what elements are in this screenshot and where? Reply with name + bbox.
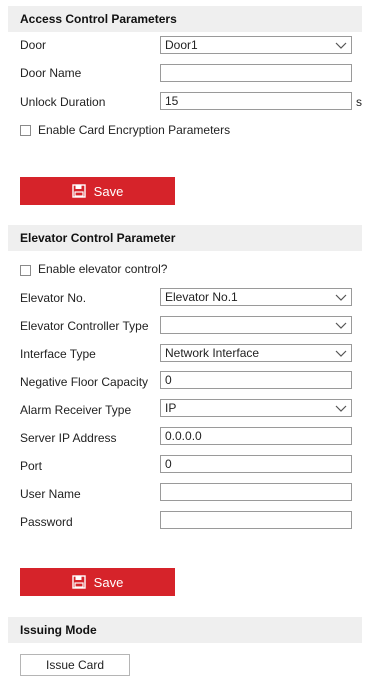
alarm-receiver-select[interactable]: IP bbox=[160, 399, 352, 417]
unlock-duration-input[interactable] bbox=[160, 92, 352, 110]
port-input[interactable] bbox=[160, 455, 352, 473]
alarm-receiver-value: IP bbox=[165, 401, 177, 415]
door-label: Door bbox=[20, 38, 47, 52]
port-label: Port bbox=[20, 459, 43, 473]
unlock-duration-unit: s bbox=[356, 95, 362, 109]
chevron-down-icon bbox=[335, 405, 347, 412]
access-save-button[interactable]: Save bbox=[20, 177, 175, 205]
server-ip-label: Server IP Address bbox=[20, 431, 117, 445]
enable-elevator-checkbox[interactable] bbox=[20, 265, 31, 276]
access-control-header: Access Control Parameters bbox=[8, 6, 362, 32]
interface-type-value: Network Interface bbox=[165, 346, 260, 360]
card-encryption-checkbox[interactable] bbox=[20, 125, 31, 136]
controller-type-label: Elevator Controller Type bbox=[20, 319, 149, 333]
username-input[interactable] bbox=[160, 483, 352, 501]
elevator-save-button[interactable]: Save bbox=[20, 568, 175, 596]
elevator-save-label: Save bbox=[93, 574, 124, 590]
card-encryption-label: Enable Card Encryption Parameters bbox=[38, 123, 231, 137]
interface-type-label: Interface Type bbox=[20, 347, 96, 361]
access-save-label: Save bbox=[93, 183, 124, 199]
elevator-no-select[interactable]: Elevator No.1 bbox=[160, 288, 352, 306]
door-name-input[interactable] bbox=[160, 64, 352, 82]
chevron-down-icon bbox=[335, 322, 347, 329]
negative-floor-input[interactable] bbox=[160, 371, 352, 389]
unlock-duration-label: Unlock Duration bbox=[20, 95, 106, 109]
negative-floor-label: Negative Floor Capacity bbox=[20, 375, 149, 389]
username-label: User Name bbox=[20, 487, 81, 501]
alarm-receiver-label: Alarm Receiver Type bbox=[20, 403, 132, 417]
password-label: Password bbox=[20, 515, 73, 529]
enable-elevator-label: Enable elevator control? bbox=[38, 262, 168, 276]
chevron-down-icon bbox=[335, 294, 347, 301]
door-select-value: Door1 bbox=[165, 38, 198, 52]
elevator-control-header: Elevator Control Parameter bbox=[8, 225, 362, 251]
chevron-down-icon bbox=[335, 42, 347, 49]
password-input[interactable] bbox=[160, 511, 352, 529]
issuing-mode-header: Issuing Mode bbox=[8, 617, 362, 643]
controller-type-select[interactable] bbox=[160, 316, 352, 334]
elevator-no-label: Elevator No. bbox=[20, 291, 87, 305]
floppy-disk-icon bbox=[71, 575, 86, 589]
floppy-disk-icon bbox=[71, 184, 86, 198]
server-ip-input[interactable] bbox=[160, 427, 352, 445]
door-name-label: Door Name bbox=[20, 66, 82, 80]
elevator-no-value: Elevator No.1 bbox=[165, 290, 238, 304]
interface-type-select[interactable]: Network Interface bbox=[160, 344, 352, 362]
issue-card-button[interactable]: Issue Card bbox=[20, 654, 130, 676]
door-select[interactable]: Door1 bbox=[160, 36, 352, 54]
chevron-down-icon bbox=[335, 350, 347, 357]
